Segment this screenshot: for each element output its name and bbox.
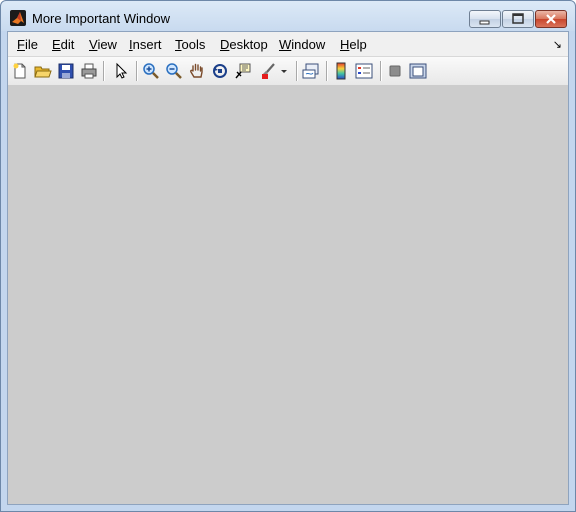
menu-window-mnemonic: W <box>279 37 292 52</box>
rotate-3d-button[interactable] <box>209 60 231 82</box>
show-plot-tools-button[interactable] <box>407 60 429 82</box>
toolbar-separator <box>136 61 138 81</box>
toolbar-separator <box>326 61 328 81</box>
brush-dropdown-icon <box>281 70 287 73</box>
figure-window: More Important Window File Edit View Ins… <box>0 0 576 512</box>
close-button[interactable] <box>535 10 567 28</box>
save-button[interactable] <box>55 60 77 82</box>
menu-view[interactable]: View <box>89 37 117 52</box>
dock-arrow-icon[interactable]: ↘ <box>553 38 562 51</box>
minimize-icon <box>479 20 490 25</box>
maximize-button[interactable] <box>502 10 534 28</box>
toolbar-separator <box>380 61 382 81</box>
brush-icon <box>262 63 275 79</box>
menu-view-label: iew <box>97 37 117 52</box>
menu-edit-label: dit <box>60 37 75 52</box>
menu-desktop-label: esktop <box>229 37 268 52</box>
menu-window-label: indow <box>291 37 326 52</box>
colorbar-icon <box>336 62 346 80</box>
menu-tools-label: ools <box>181 37 206 52</box>
matlab-logo-icon[interactable] <box>10 10 26 26</box>
menu-insert[interactable]: Insert <box>129 37 162 52</box>
menu-desktop[interactable]: Desktop <box>220 37 268 52</box>
menu-desktop-mnemonic: D <box>220 37 230 52</box>
window-title: More Important Window <box>32 11 170 26</box>
pan-hand-icon <box>190 63 203 78</box>
print-icon <box>81 63 97 79</box>
rotate-3d-icon <box>213 64 227 78</box>
zoom-in-button[interactable] <box>140 60 162 82</box>
open-file-icon <box>34 66 52 78</box>
toolbar-separator <box>103 61 105 81</box>
zoom-out-icon <box>166 63 182 79</box>
menu-tools[interactable]: Tools <box>175 37 205 52</box>
menu-edit-mnemonic: E <box>52 37 61 52</box>
show-plot-tools-icon <box>409 63 427 79</box>
legend-icon <box>355 63 373 79</box>
link-plot-button[interactable] <box>300 60 322 82</box>
data-cursor-button[interactable] <box>232 60 254 82</box>
close-icon <box>546 14 556 24</box>
brush-dropdown-button[interactable] <box>278 60 290 82</box>
figure-client-area: File Edit View Insert Tools Desktop Wind… <box>7 31 569 505</box>
menu-file-mnemonic: F <box>17 37 25 52</box>
edit-plot-button[interactable] <box>110 60 132 82</box>
minimize-button[interactable] <box>469 10 501 28</box>
menu-bar: File Edit View Insert Tools Desktop Wind… <box>8 32 568 56</box>
link-plot-icon <box>302 63 319 79</box>
open-file-button[interactable] <box>32 60 54 82</box>
menu-file-label: ile <box>24 37 38 52</box>
menu-help-mnemonic: H <box>340 37 350 52</box>
data-cursor-icon <box>235 63 251 79</box>
hide-plot-tools-icon <box>389 65 401 77</box>
new-figure-button[interactable] <box>9 60 31 82</box>
menu-insert-label: nsert <box>132 37 162 52</box>
menu-help[interactable]: Help <box>340 37 367 52</box>
figure-toolbar <box>8 56 568 86</box>
pan-button[interactable] <box>186 60 208 82</box>
title-bar[interactable]: More Important Window <box>1 1 575 31</box>
insert-colorbar-button[interactable] <box>330 60 352 82</box>
hide-plot-tools-button[interactable] <box>384 60 406 82</box>
brush-button[interactable] <box>257 60 279 82</box>
print-button[interactable] <box>78 60 100 82</box>
insert-legend-button[interactable] <box>353 60 375 82</box>
zoom-out-button[interactable] <box>163 60 185 82</box>
select-arrow-icon <box>116 62 128 79</box>
menu-window[interactable]: Window <box>279 37 325 52</box>
maximize-icon <box>512 13 524 24</box>
menu-edit[interactable]: Edit <box>52 37 74 52</box>
save-icon <box>58 63 74 79</box>
new-figure-icon <box>13 63 26 79</box>
figure-canvas[interactable] <box>8 85 568 504</box>
menu-help-label: elp <box>349 37 367 52</box>
menu-file[interactable]: File <box>17 37 38 52</box>
toolbar-separator <box>296 61 298 81</box>
zoom-in-icon <box>143 63 159 79</box>
